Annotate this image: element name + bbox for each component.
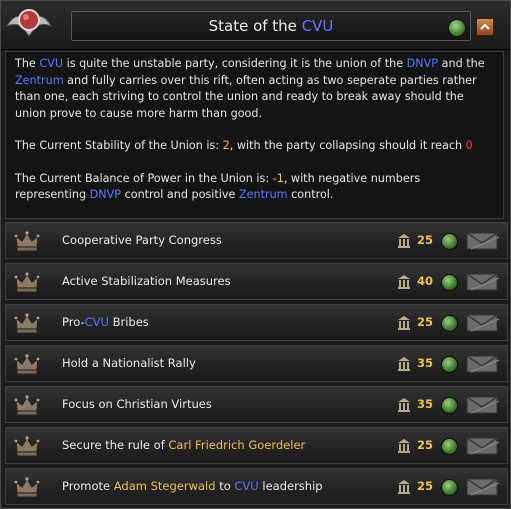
propose-envelope-icon[interactable] — [465, 394, 501, 416]
decision-row[interactable]: Active Stabilization Measures 40 — [5, 263, 508, 300]
decision-cost: 35 — [417, 356, 434, 370]
crown-icon — [14, 434, 40, 458]
text-segment: The Current Stability of the Union is: — [15, 139, 223, 152]
text-segment: Promote — [62, 479, 114, 493]
decision-cost: 25 — [417, 479, 434, 493]
highlighted-term: 2 — [222, 139, 230, 152]
decision-label: Pro-CVU Bribes — [62, 305, 149, 340]
crown-icon — [14, 352, 40, 376]
decision-row[interactable]: Hold a Nationalist Rally 35 — [5, 345, 508, 382]
decision-available-indicator — [441, 397, 458, 414]
political-power-icon — [397, 397, 411, 413]
highlighted-term: CVU — [234, 479, 259, 493]
highlighted-term: Carl Friedrich Goerdeler — [168, 438, 306, 452]
text-segment: Active Stabilization Measures — [62, 274, 231, 288]
text-segment: is quite the unstable party, considering… — [63, 57, 407, 70]
decision-row[interactable]: Promote Adam Stegerwald to CVU leadershi… — [5, 468, 508, 505]
collapse-button[interactable] — [476, 18, 494, 36]
text-segment: control. — [287, 188, 334, 201]
decision-category-window: State of the CVU The CVU is quite the un… — [0, 0, 511, 509]
text-segment: control and positive — [121, 188, 239, 201]
description-paragraph-stability: The Current Stability of the Union is: 2… — [15, 138, 494, 155]
decision-row[interactable]: Cooperative Party Congress 25 — [5, 222, 508, 259]
window-title: State of the CVU — [72, 12, 470, 40]
decision-cost: 25 — [417, 438, 434, 452]
propose-envelope-icon[interactable] — [465, 476, 501, 498]
decision-list: Cooperative Party Congress 25 Active Stabi… — [5, 222, 508, 509]
description-paragraph-balance: The Current Balance of Power in the Unio… — [15, 171, 494, 204]
text-segment: Secure the rule of — [62, 438, 169, 452]
highlighted-term: 0 — [465, 139, 473, 152]
highlighted-term: CVU — [84, 315, 109, 329]
decision-available-indicator — [441, 356, 458, 373]
text-segment: Cooperative Party Congress — [62, 233, 222, 247]
window-header: State of the CVU — [1, 1, 510, 50]
text-segment: , with the party collapsing should it re… — [229, 139, 466, 152]
highlighted-term: Zentrum — [15, 73, 64, 87]
political-power-icon — [397, 315, 411, 331]
highlighted-term: DNVP — [406, 57, 439, 70]
text-segment: to — [215, 479, 235, 493]
crown-icon — [14, 311, 40, 335]
decision-label: Hold a Nationalist Rally — [62, 346, 196, 381]
decision-cost: 35 — [417, 397, 434, 411]
decision-cost: 25 — [417, 315, 434, 329]
political-power-icon — [397, 356, 411, 372]
decision-row[interactable]: Secure the rule of Carl Friedrich Goerde… — [5, 427, 508, 464]
crown-icon — [14, 229, 40, 253]
decision-label: Active Stabilization Measures — [62, 264, 231, 299]
political-power-icon — [397, 274, 411, 290]
highlighted-term: Zentrum — [238, 188, 288, 201]
party-emblem-icon — [5, 9, 53, 37]
chevron-up-icon — [480, 23, 490, 30]
highlighted-term: CVU — [39, 57, 64, 70]
category-status-indicator — [448, 19, 466, 37]
political-power-icon — [397, 479, 411, 495]
text-segment: Pro- — [62, 315, 85, 329]
description-paragraph-intro: The CVU is quite the unstable party, con… — [15, 56, 494, 122]
text-segment: Focus on Christian Virtues — [62, 397, 212, 411]
decision-available-indicator — [441, 233, 458, 250]
propose-envelope-icon[interactable] — [465, 435, 501, 457]
text-segment: and fully carries over this rift, often … — [15, 73, 477, 120]
text-segment: Bribes — [108, 315, 149, 329]
text-segment: and the — [438, 57, 485, 70]
decision-cost: 25 — [417, 233, 434, 247]
text-segment: The — [15, 57, 40, 70]
propose-envelope-icon[interactable] — [465, 230, 501, 252]
highlighted-term: -1 — [272, 171, 284, 185]
decision-row[interactable]: Focus on Christian Virtues 35 — [5, 386, 508, 423]
decision-available-indicator — [441, 315, 458, 332]
highlighted-term: Adam Stegerwald — [113, 479, 216, 493]
propose-envelope-icon[interactable] — [465, 353, 501, 375]
decision-available-indicator — [441, 274, 458, 291]
category-description: The CVU is quite the unstable party, con… — [5, 51, 504, 219]
decision-label: Secure the rule of Carl Friedrich Goerde… — [62, 428, 305, 463]
crown-icon — [14, 393, 40, 417]
text-segment: The Current Balance of Power in the Unio… — [15, 171, 273, 185]
decision-cost: 40 — [417, 274, 434, 288]
crown-icon — [14, 270, 40, 294]
political-power-icon — [397, 233, 411, 249]
title-bar: State of the CVU — [71, 11, 471, 41]
decision-available-indicator — [441, 438, 458, 455]
decision-available-indicator — [441, 479, 458, 496]
text-segment: Hold a Nationalist Rally — [62, 356, 196, 370]
propose-envelope-icon[interactable] — [465, 271, 501, 293]
decision-row[interactable]: Pro-CVU Bribes 25 — [5, 304, 508, 341]
political-power-icon — [397, 438, 411, 454]
decision-label: Focus on Christian Virtues — [62, 387, 212, 422]
text-segment: leadership — [258, 479, 323, 493]
title-prefix: State of the — [208, 17, 302, 35]
crown-icon — [14, 475, 40, 499]
decision-label: Cooperative Party Congress — [62, 223, 222, 258]
decision-label: Promote Adam Stegerwald to CVU leadershi… — [62, 469, 323, 504]
propose-envelope-icon[interactable] — [465, 312, 501, 334]
title-party-name: CVU — [301, 17, 334, 35]
highlighted-term: DNVP — [89, 188, 122, 201]
